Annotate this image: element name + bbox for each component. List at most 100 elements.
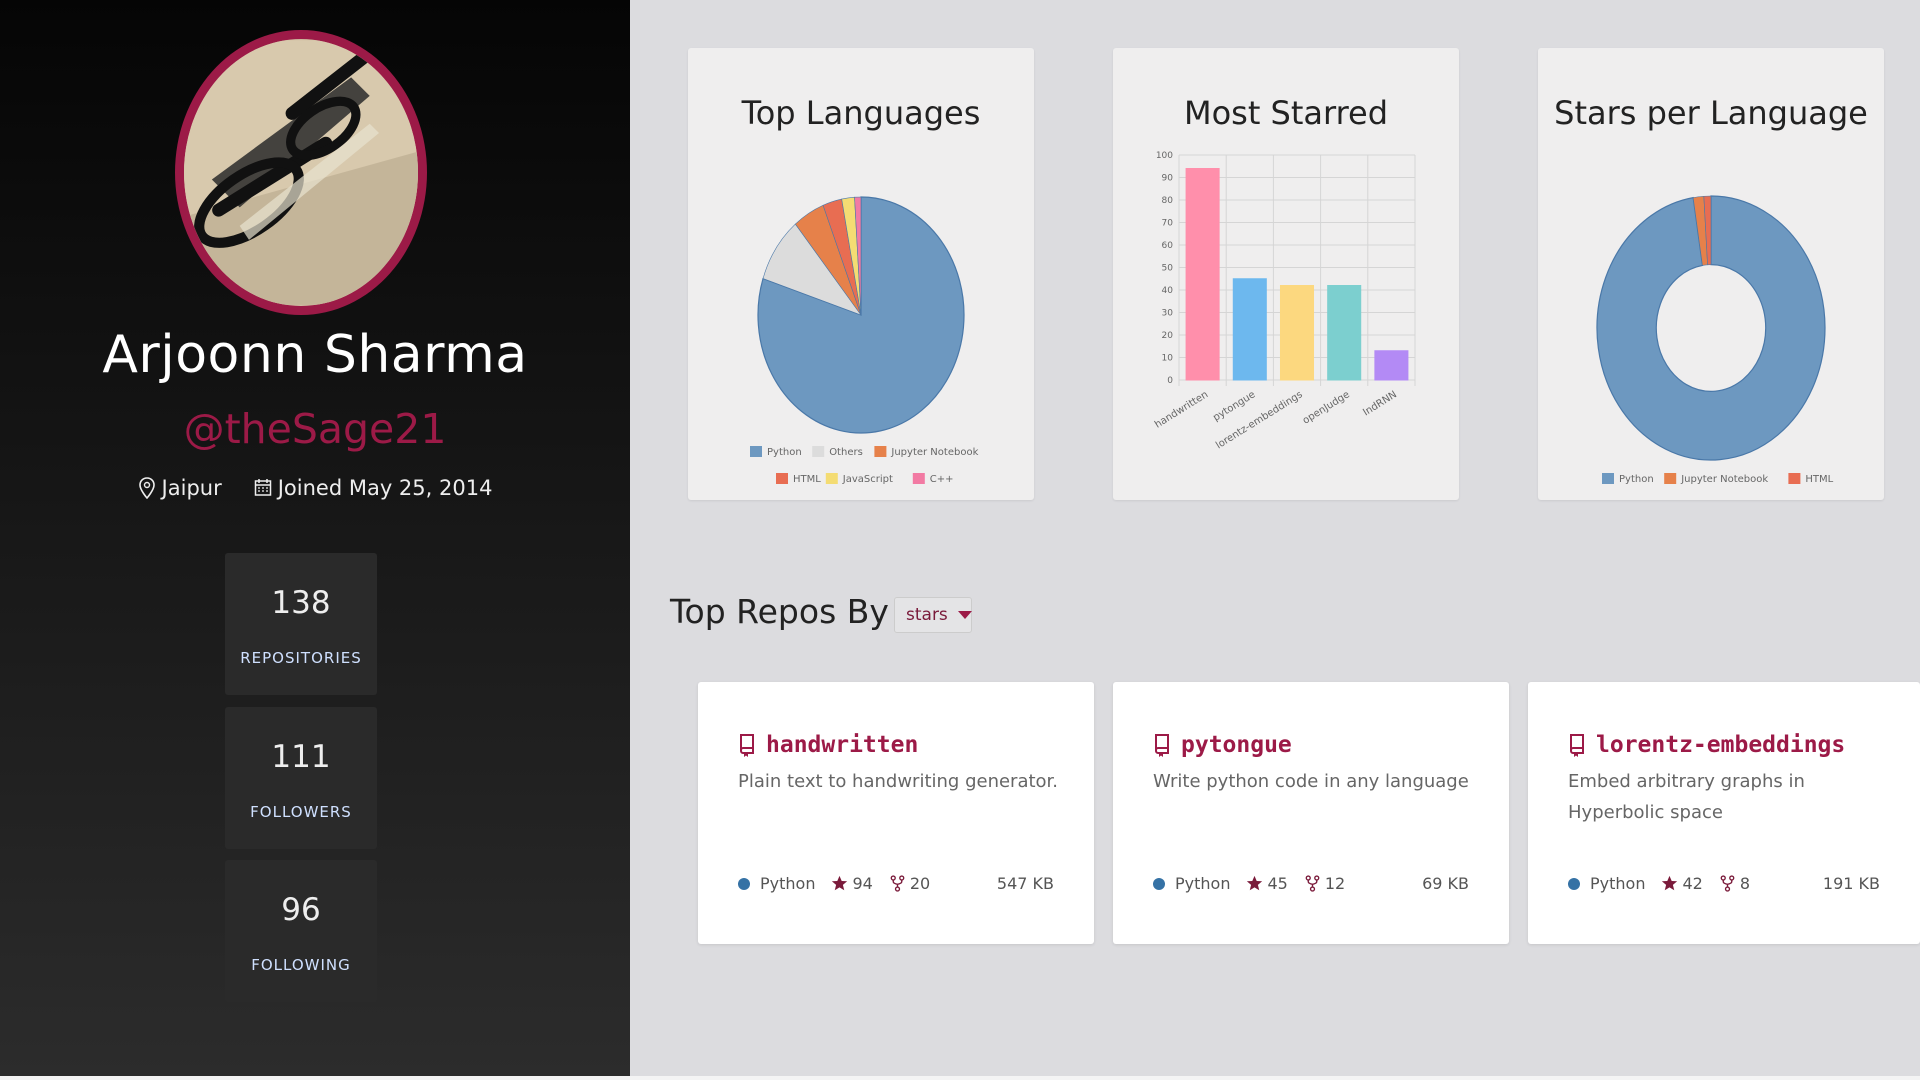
y-tick-label: 0 bbox=[1167, 376, 1173, 386]
stat-value: 96 bbox=[281, 892, 321, 928]
repo-size: 69 KB bbox=[1422, 874, 1469, 893]
stat-repositories[interactable]: 138 REPOSITORIES bbox=[225, 553, 377, 695]
bar-openjudge bbox=[1327, 285, 1362, 381]
repo-description: Write python code in any language bbox=[1153, 771, 1469, 792]
legend-swatch bbox=[825, 473, 838, 484]
y-tick-label: 10 bbox=[1162, 354, 1174, 364]
repo-language: Python bbox=[738, 874, 815, 893]
x-tick-label: handwritten bbox=[1153, 389, 1210, 430]
repo-footer: Python 42 8 191 KB bbox=[1568, 874, 1880, 893]
repo-card[interactable]: lorentz-embeddings Embed arbitrary graph… bbox=[1528, 682, 1920, 944]
repo-name: pytongue bbox=[1181, 732, 1292, 758]
stat-following[interactable]: 96 FOLLOWING bbox=[225, 860, 377, 1002]
bar-indrnn bbox=[1374, 350, 1409, 381]
legend-swatch bbox=[1602, 473, 1614, 484]
profile-handle[interactable]: @theSage21 bbox=[0, 405, 630, 453]
legend-swatch bbox=[1788, 473, 1801, 484]
repo-book-icon bbox=[740, 734, 754, 757]
repo-forks: 8 bbox=[1719, 874, 1750, 893]
star-icon bbox=[1247, 875, 1263, 891]
location: Jaipur bbox=[138, 476, 222, 500]
x-tick-label: IndRNN bbox=[1361, 389, 1399, 418]
bar-lorentz-embeddings bbox=[1279, 285, 1315, 381]
stars-count: 94 bbox=[852, 874, 873, 893]
avatar bbox=[175, 30, 427, 315]
language-dot-icon bbox=[738, 877, 750, 890]
fork-icon bbox=[1305, 875, 1320, 892]
stat-followers[interactable]: 111 FOLLOWERS bbox=[225, 707, 377, 849]
y-tick-label: 20 bbox=[1162, 331, 1174, 341]
bar-handwritten bbox=[1185, 168, 1220, 381]
y-tick-label: 50 bbox=[1162, 264, 1174, 274]
joined-text: Joined May 25, 2014 bbox=[277, 476, 493, 500]
location-text: Jaipur bbox=[161, 476, 222, 500]
fork-icon bbox=[890, 875, 905, 892]
repo-card[interactable]: handwritten Plain text to handwriting ge… bbox=[698, 682, 1094, 944]
sort-value: stars bbox=[906, 605, 948, 625]
legend-label: JavaScript bbox=[842, 474, 893, 485]
legend-swatch bbox=[750, 446, 762, 457]
legend-label: C++ bbox=[930, 474, 954, 485]
stat-value: 111 bbox=[271, 739, 331, 775]
profile-name: Arjoonn Sharma bbox=[102, 325, 528, 385]
repo-book-icon bbox=[1570, 734, 1584, 757]
legend-swatch bbox=[776, 473, 788, 484]
repo-title[interactable]: handwritten bbox=[738, 732, 918, 758]
language-text: Python bbox=[1590, 874, 1646, 893]
legend-swatch bbox=[912, 473, 925, 484]
repo-description: Plain text to handwriting generator. bbox=[738, 771, 1059, 792]
repo-language: Python bbox=[1568, 874, 1645, 893]
legend-label: Python bbox=[1619, 474, 1654, 485]
y-tick-label: 80 bbox=[1162, 196, 1174, 206]
most-starred-chart: 0102030405060708090100handwritten pytongu… bbox=[1153, 151, 1416, 451]
repo-title[interactable]: pytongue bbox=[1153, 732, 1292, 758]
language-dot-icon bbox=[1153, 877, 1165, 890]
profile-meta: Jaipur Joined May 25, 2014 bbox=[0, 476, 630, 500]
repo-language: Python bbox=[1153, 874, 1230, 893]
repo-description: Embed arbitrary graphs in Hyperbolic spa… bbox=[1568, 771, 1805, 823]
top-languages-card: Top Languages Python Others Jupyter Notebo… bbox=[688, 48, 1034, 500]
y-tick-label: 30 bbox=[1162, 309, 1174, 319]
y-tick-label: 90 bbox=[1162, 174, 1174, 184]
repo-footer: Python 94 20 547 KB bbox=[738, 874, 1054, 893]
sort-dropdown[interactable]: stars bbox=[894, 597, 972, 633]
most-starred-card: Most Starred 0 10 20 30 40 50 60 70 80 90 100 handw… bbox=[1113, 48, 1459, 500]
bottom-divider bbox=[0, 1076, 1920, 1080]
repo-book-icon bbox=[1155, 734, 1169, 757]
repo-name: lorentz-embeddings bbox=[1596, 732, 1846, 758]
location-pin-icon bbox=[138, 477, 155, 499]
star-icon bbox=[1662, 875, 1678, 891]
forks-count: 12 bbox=[1324, 874, 1346, 893]
star-icon bbox=[832, 875, 848, 891]
repo-stars: 94 bbox=[831, 874, 873, 893]
legend-label: Jupyter Notebook bbox=[890, 447, 978, 458]
stat-label: FOLLOWING bbox=[251, 956, 351, 974]
repo-name: handwritten bbox=[766, 732, 919, 758]
repo-size: 191 KB bbox=[1822, 874, 1880, 893]
eyeglasses-photo-icon bbox=[184, 39, 418, 305]
stars-per-language-card: Stars per Language Python Jupyter Noteboo… bbox=[1538, 48, 1884, 500]
profile-sidebar: Arjoonn Sharma @theSage21 Jaipur Joined … bbox=[0, 0, 630, 1080]
y-tick-label: 40 bbox=[1162, 286, 1174, 296]
legend-label: HTML bbox=[1805, 474, 1833, 485]
stat-value: 138 bbox=[271, 585, 331, 621]
language-dot-icon bbox=[1568, 877, 1580, 890]
repo-card[interactable]: pytongue Write python code in any langua… bbox=[1113, 682, 1509, 944]
repo-stars: 45 bbox=[1246, 874, 1288, 893]
top-repos-title: Top Repos By bbox=[670, 592, 889, 631]
legend-swatch bbox=[812, 446, 825, 457]
legend-label: Others bbox=[829, 447, 863, 458]
bar-pytongue bbox=[1232, 278, 1267, 381]
forks-count: 20 bbox=[909, 874, 931, 893]
y-tick-label: 70 bbox=[1162, 219, 1174, 229]
x-tick-label: openJudge bbox=[1301, 389, 1352, 426]
stars-per-language-chart: Python Jupyter Notebook HTML bbox=[1596, 195, 1834, 485]
forks-count: 8 bbox=[1739, 874, 1751, 893]
stars-count: 42 bbox=[1682, 874, 1703, 893]
legend-label: Jupyter Notebook bbox=[1680, 474, 1768, 485]
legend-label: Python bbox=[767, 447, 802, 458]
language-text: Python bbox=[1175, 874, 1231, 893]
repo-title[interactable]: lorentz-embeddings bbox=[1568, 732, 1845, 758]
stat-label: REPOSITORIES bbox=[240, 649, 362, 667]
legend-swatch bbox=[874, 446, 887, 457]
